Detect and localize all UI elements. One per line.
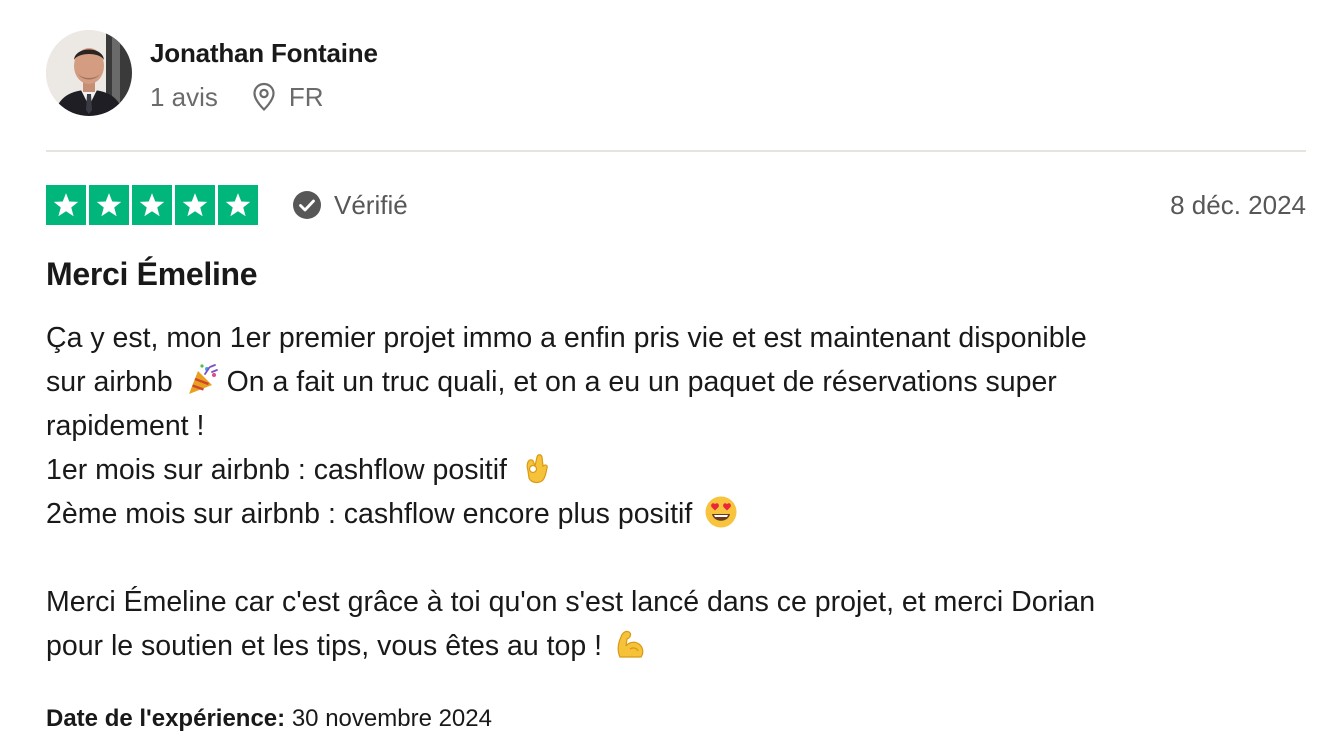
review-text: On a fait un truc quali, et on a eu un p… [226, 366, 1057, 398]
experience-label: Date de l'expérience: [46, 705, 286, 732]
star-icon [175, 185, 215, 225]
reviewer-name[interactable]: Jonathan Fontaine [150, 38, 378, 69]
review-line: rapidement ! [46, 404, 1296, 448]
review-text: Ça y est, mon 1er premier projet immo a … [46, 322, 1087, 354]
review-line: pour le soutien et les tips, vous êtes a… [46, 624, 1296, 668]
review-date: 8 déc. 2024 [1170, 190, 1306, 220]
verified-label: Vérifié [334, 189, 408, 220]
review-line: sur airbnb On a fait un truc quali, et o… [46, 360, 1296, 404]
avatar[interactable] [46, 30, 132, 116]
star-icon [218, 185, 258, 225]
reviewer-country: FR [288, 81, 324, 112]
review-line: 2ème mois sur airbnb : cashflow encore p… [46, 492, 1296, 536]
review-line: Merci Émeline car c'est grâce à toi qu'o… [46, 580, 1296, 624]
location-pin-icon [253, 82, 275, 112]
star-icon [132, 185, 172, 225]
star-icon [46, 185, 86, 225]
verified-badge[interactable]: Vérifié [292, 189, 408, 221]
review-body: Ça y est, mon 1er premier projet immo a … [46, 316, 1296, 668]
review-card: Jonathan Fontaine 1 avis FR Vérifié 8 dé… [46, 0, 1306, 752]
flexed-biceps-emoji-icon [617, 630, 644, 658]
star-rating [46, 185, 258, 225]
review-text: Merci Émeline car c'est grâce à toi qu'o… [46, 586, 1096, 618]
experience-date: Date de l'expérience: 30 novembre 2024 [46, 702, 492, 736]
reviewer-meta: 1 avis FR [150, 80, 324, 114]
divider [46, 150, 1306, 152]
review-title[interactable]: Merci Émeline [46, 256, 258, 293]
review-line: 1er mois sur airbnb : cashflow positif [46, 448, 1296, 492]
review-count: 1 avis [150, 81, 218, 112]
experience-value: 30 novembre 2024 [291, 705, 492, 732]
review-text: 2ème mois sur airbnb : cashflow encore p… [46, 498, 693, 530]
review-text: pour le soutien et les tips, vous êtes a… [46, 630, 603, 662]
rating-row: Vérifié 8 déc. 2024 [46, 185, 1306, 225]
party-popper-emoji-icon [188, 364, 218, 394]
ok-hand-emoji-icon [526, 454, 548, 484]
review-text: rapidement ! [46, 410, 205, 442]
reviewer-header: Jonathan Fontaine 1 avis FR [46, 30, 1306, 118]
check-circle-icon [293, 191, 321, 219]
review-line: Ça y est, mon 1er premier projet immo a … [46, 316, 1296, 360]
heart-eyes-emoji-icon [705, 496, 737, 528]
review-text: 1er mois sur airbnb : cashflow positif [46, 454, 507, 486]
star-icon [89, 185, 129, 225]
review-text: sur airbnb [46, 366, 173, 398]
